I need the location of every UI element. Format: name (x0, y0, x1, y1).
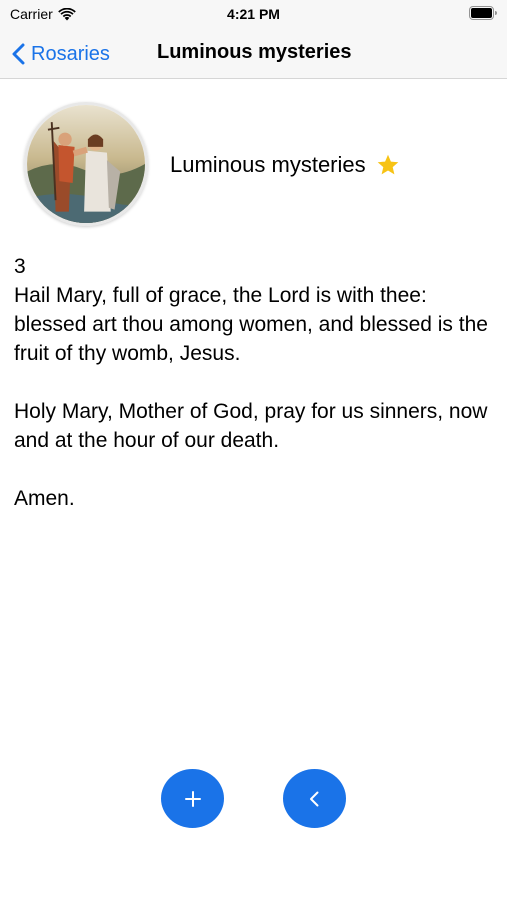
add-button[interactable] (161, 769, 224, 828)
mystery-title: Luminous mysteries (170, 152, 366, 177)
bead-number: 3 (14, 255, 26, 278)
prayer-paragraph-3: Amen. (14, 487, 75, 510)
battery-icon (469, 6, 497, 20)
star-icon[interactable] (376, 153, 400, 177)
navigation-bar: Rosaries Luminous mysteries (0, 30, 507, 79)
back-button-label: Rosaries (31, 42, 110, 65)
prayer-text: 3 Hail Mary, full of grace, the Lord is … (14, 252, 499, 513)
status-bar: Carrier 4:21 PM (0, 0, 507, 30)
back-button[interactable]: Rosaries (12, 39, 110, 69)
mystery-image (24, 102, 148, 226)
prayer-paragraph-1: Hail Mary, full of grace, the Lord is wi… (14, 284, 488, 365)
previous-button[interactable] (283, 769, 346, 828)
prayer-paragraph-2: Holy Mary, Mother of God, pray for us si… (14, 400, 488, 452)
clock: 4:21 PM (227, 6, 280, 22)
page-title: Luminous mysteries (157, 41, 352, 63)
baptism-painting-image (27, 105, 145, 223)
chevron-left-icon (12, 43, 25, 65)
chevron-left-icon (309, 791, 318, 806)
mystery-header: Luminous mysteries (170, 152, 400, 178)
plus-icon (184, 790, 201, 807)
